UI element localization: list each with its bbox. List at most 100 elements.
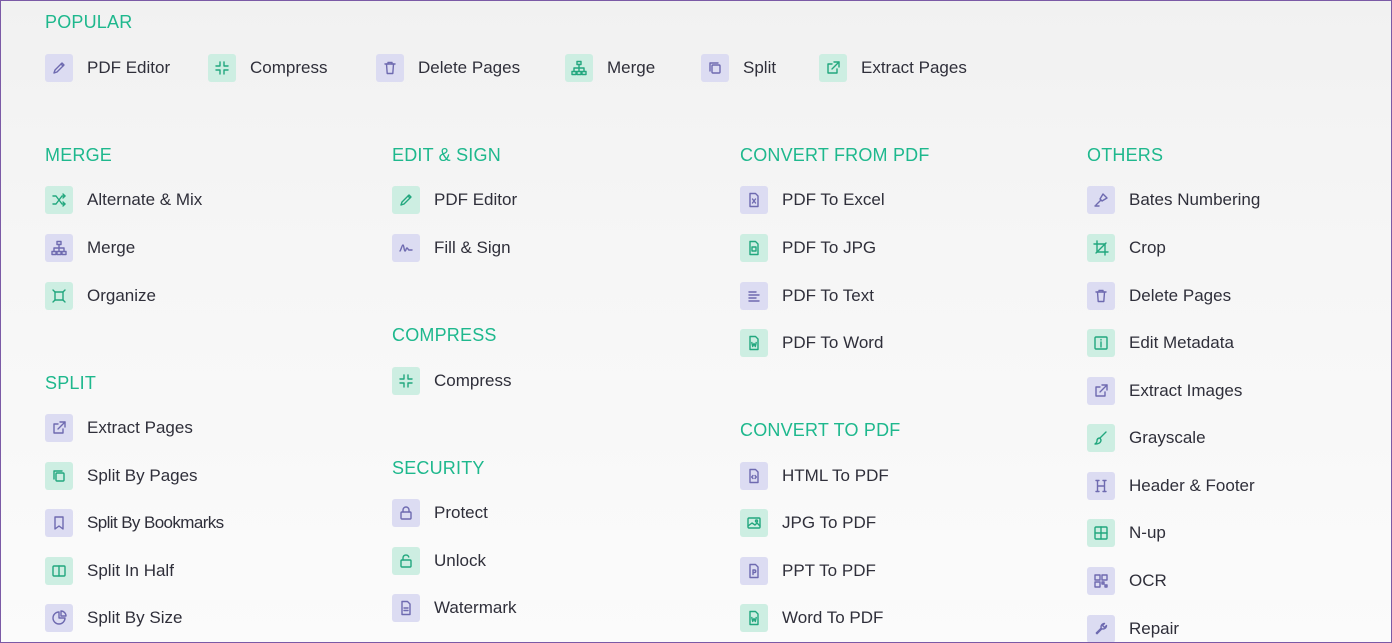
item-label: PDF Editor	[434, 190, 518, 209]
others-item-extract-images[interactable]: Extract Images	[1087, 377, 1242, 405]
item-label: Edit Metadata	[1129, 333, 1234, 352]
split-item-split-by-bookmarks[interactable]: Split By Bookmarks	[45, 509, 224, 537]
item-label: Delete Pages	[1129, 286, 1232, 305]
compress-item-compress[interactable]: Compress	[392, 367, 511, 395]
external-link-icon	[45, 414, 73, 442]
shuffle-icon	[45, 186, 73, 214]
item-label: Alternate & Mix	[87, 190, 203, 209]
item-label: Split By Size	[87, 608, 183, 627]
document-icon	[392, 594, 420, 622]
ppt-file-icon	[740, 557, 768, 585]
split-item-split-by-pages[interactable]: Split By Pages	[45, 462, 198, 490]
others-item-header-footer[interactable]: Header & Footer	[1087, 472, 1255, 500]
item-label: N-up	[1129, 523, 1166, 542]
crop-icon	[1087, 234, 1115, 262]
item-label: PDF To Word	[782, 333, 884, 352]
others-item-edit-metadata[interactable]: Edit Metadata	[1087, 329, 1234, 357]
convert-from-item-pdf-to-excel[interactable]: PDF To Excel	[740, 186, 885, 214]
stamp-icon	[1087, 186, 1115, 214]
item-label: Word To PDF	[782, 608, 884, 627]
item-label: Compress	[250, 58, 328, 77]
item-label: Split By Pages	[87, 466, 198, 485]
item-label: PDF To Text	[782, 286, 874, 305]
item-label: Unlock	[434, 551, 486, 570]
item-label: Fill & Sign	[434, 238, 511, 257]
item-label: OCR	[1129, 571, 1167, 590]
popular-item-extract-pages[interactable]: Extract Pages	[819, 54, 967, 82]
others-item-ocr[interactable]: OCR	[1087, 567, 1167, 595]
external-link-icon	[819, 54, 847, 82]
item-label: Grayscale	[1129, 428, 1206, 447]
wrench-icon	[1087, 615, 1115, 642]
word-file-icon	[740, 329, 768, 357]
trash-icon	[376, 54, 404, 82]
section-title-merge: MERGE	[45, 145, 113, 165]
others-item-repair[interactable]: Repair	[1087, 615, 1179, 642]
convert-to-item-html-to-pdf[interactable]: HTML To PDF	[740, 462, 889, 490]
bookmark-icon	[45, 509, 73, 537]
lock-icon	[392, 499, 420, 527]
edit-sign-item-pdf-editor[interactable]: PDF Editor	[392, 186, 517, 214]
item-label: Split By Bookmarks	[87, 513, 224, 532]
item-label: PDF To Excel	[782, 190, 885, 209]
item-label: Split	[743, 58, 777, 77]
section-title-edit-sign: EDIT & SIGN	[392, 145, 501, 165]
convert-from-item-pdf-to-jpg[interactable]: PDF To JPG	[740, 234, 876, 262]
section-title-others: OTHERS	[1087, 145, 1164, 165]
convert-to-item-jpg-to-pdf[interactable]: JPG To PDF	[740, 509, 876, 537]
security-item-watermark[interactable]: Watermark	[392, 594, 517, 622]
popular-item-compress[interactable]: Compress	[208, 54, 327, 82]
convert-to-item-ppt-to-pdf[interactable]: PPT To PDF	[740, 557, 876, 585]
convert-from-item-pdf-to-word[interactable]: PDF To Word	[740, 329, 883, 357]
item-label: Organize	[87, 286, 156, 305]
security-item-protect[interactable]: Protect	[392, 499, 488, 527]
split-item-split-by-size[interactable]: Split By Size	[45, 604, 182, 632]
popular-item-merge[interactable]: Merge	[565, 54, 655, 82]
section-title-compress: COMPRESS	[392, 325, 497, 345]
grid-icon	[1087, 519, 1115, 547]
item-label: Protect	[434, 503, 488, 522]
item-label: Delete Pages	[418, 58, 521, 77]
item-label: Extract Pages	[87, 418, 193, 437]
item-label: Bates Numbering	[1129, 190, 1261, 209]
convert-from-item-pdf-to-text[interactable]: PDF To Text	[740, 282, 874, 310]
item-label: PPT To PDF	[782, 561, 876, 580]
brush-icon	[1087, 424, 1115, 452]
word-file-icon	[740, 604, 768, 632]
copy-icon	[45, 462, 73, 490]
others-item-bates-numbering[interactable]: Bates Numbering	[1087, 186, 1260, 214]
item-label: PDF Editor	[87, 58, 171, 77]
image-icon	[740, 509, 768, 537]
item-label: Extract Images	[1129, 381, 1243, 400]
sitemap-icon	[45, 234, 73, 262]
pie-chart-icon	[45, 604, 73, 632]
merge-item-organize[interactable]: Organize	[45, 282, 156, 310]
popular-item-delete-pages[interactable]: Delete Pages	[376, 54, 520, 82]
security-item-unlock[interactable]: Unlock	[392, 547, 486, 575]
edit-sign-item-fill-sign[interactable]: Fill & Sign	[392, 234, 511, 262]
others-item-delete-pages[interactable]: Delete Pages	[1087, 282, 1231, 310]
header-icon	[1087, 472, 1115, 500]
item-label: Header & Footer	[1129, 476, 1255, 495]
split-item-split-in-half[interactable]: Split In Half	[45, 557, 174, 585]
pencil-icon	[392, 186, 420, 214]
others-item-crop[interactable]: Crop	[1087, 234, 1166, 262]
tools-menu: POPULAR PDF Editor Compress Delete Pages…	[0, 0, 1392, 643]
item-label: Watermark	[434, 598, 517, 617]
merge-item-merge[interactable]: Merge	[45, 234, 135, 262]
others-item-n-up[interactable]: N-up	[1087, 519, 1166, 547]
compress-icon	[208, 54, 236, 82]
split-item-extract-pages[interactable]: Extract Pages	[45, 414, 193, 442]
merge-item-alternate-mix[interactable]: Alternate & Mix	[45, 186, 202, 214]
item-label: Split In Half	[87, 561, 174, 580]
popular-item-pdf-editor[interactable]: PDF Editor	[45, 54, 170, 82]
convert-to-item-word-to-pdf[interactable]: Word To PDF	[740, 604, 883, 632]
item-label: HTML To PDF	[782, 466, 889, 485]
excel-file-icon	[740, 186, 768, 214]
section-title-convert-to-pdf: CONVERT TO PDF	[740, 420, 901, 440]
item-label: Compress	[434, 371, 512, 390]
popular-item-split[interactable]: Split	[701, 54, 776, 82]
others-item-grayscale[interactable]: Grayscale	[1087, 424, 1206, 452]
pencil-icon	[45, 54, 73, 82]
item-label: Crop	[1129, 238, 1166, 257]
